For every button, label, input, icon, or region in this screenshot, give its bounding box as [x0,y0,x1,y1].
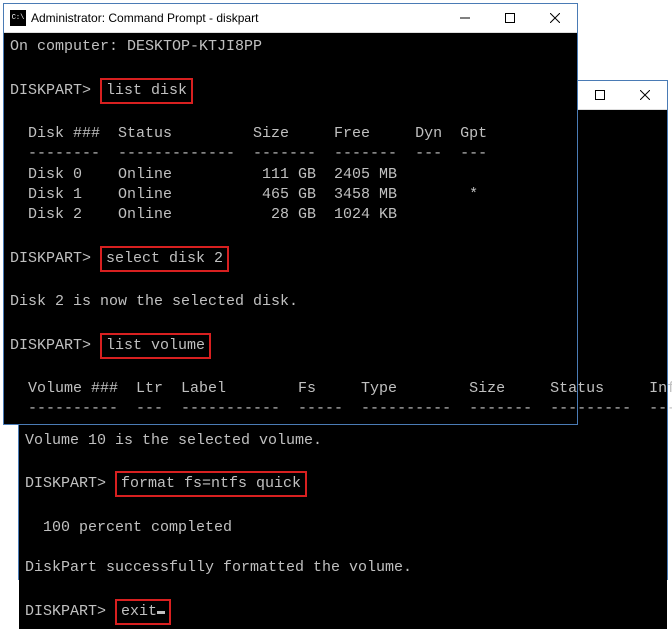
command-exit: exit [115,599,171,625]
minimize-button[interactable] [442,4,487,33]
prompt-prefix: DISKPART> [25,603,106,620]
msg-select-volume: Volume 10 is the selected volume. [25,431,661,451]
disk-table-header: Disk ### Status Size Free Dyn Gpt [10,124,571,144]
table-row: Disk 2 Online 28 GB 1024 KB [10,205,571,225]
command-list-disk: list disk [100,78,193,104]
msg-format-success: DiskPart successfully formatted the volu… [25,558,661,578]
close-button-back[interactable] [622,81,667,110]
titlebar-title-front: Administrator: Command Prompt - diskpart [31,11,442,25]
cmd-window-front: Administrator: Command Prompt - diskpart… [3,3,578,425]
volume-table-header: Volume ### Ltr Label Fs Type Size Status… [10,379,571,399]
volume-table-divider: ---------- --- ----------- ----- -------… [10,399,571,419]
cmd-icon [10,10,26,26]
table-row: Disk 0 Online 111 GB 2405 MB [10,165,571,185]
command-format: format fs=ntfs quick [115,471,307,497]
maximize-button[interactable] [487,4,532,33]
command-list-volume: list volume [100,333,211,359]
command-select-disk: select disk 2 [100,246,229,272]
maximize-button-back[interactable] [577,81,622,110]
titlebar-front: Administrator: Command Prompt - diskpart [4,4,577,33]
prompt-prefix: DISKPART> [10,82,91,99]
msg-select-disk: Disk 2 is now the selected disk. [10,292,571,312]
terminal-body-front[interactable]: On computer: DESKTOP-KTJI8PP DISKPART> l… [4,33,577,424]
msg-progress: 100 percent completed [25,518,661,538]
cursor-icon [157,611,165,614]
table-row: Disk 1 Online 465 GB 3458 MB * [10,185,571,205]
computer-line: On computer: DESKTOP-KTJI8PP [10,37,571,57]
prompt-prefix: DISKPART> [25,475,106,492]
close-button[interactable] [532,4,577,33]
disk-table-divider: -------- ------------- ------- ------- -… [10,144,571,164]
prompt-prefix: DISKPART> [10,250,91,267]
prompt-prefix: DISKPART> [10,337,91,354]
